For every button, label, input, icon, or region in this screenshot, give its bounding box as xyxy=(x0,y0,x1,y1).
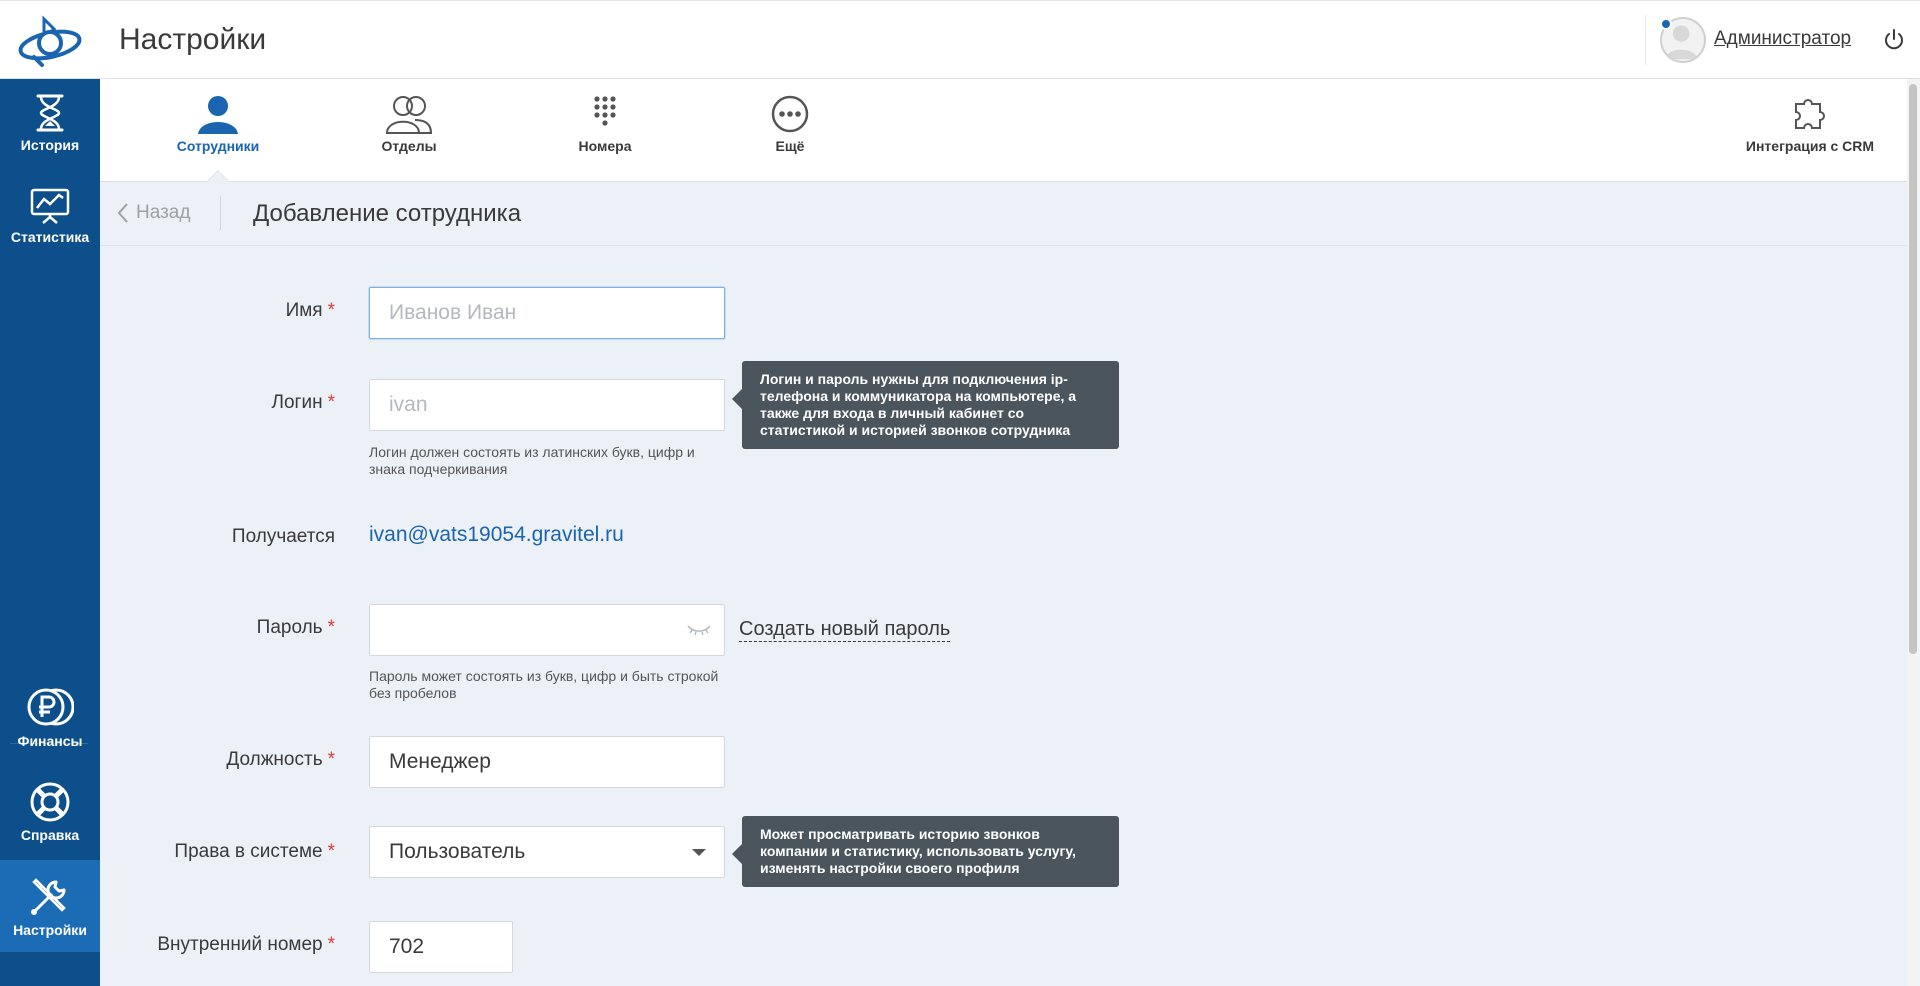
tab-label: Сотрудники xyxy=(176,138,260,154)
keypad-icon xyxy=(594,96,616,126)
tab-more[interactable]: Ещё xyxy=(734,79,846,182)
rights-selected-value: Пользователь xyxy=(389,840,526,863)
rights-select[interactable]: Пользователь xyxy=(369,826,725,878)
tools-icon xyxy=(31,878,66,915)
gravitel-logo[interactable] xyxy=(14,11,86,69)
more-icon xyxy=(771,95,809,133)
dropdown-arrow-icon xyxy=(692,849,706,856)
generate-password-link[interactable]: Создать новый пароль xyxy=(739,617,951,642)
required-mark: * xyxy=(327,749,335,770)
generated-email: ivan@vats19054.gravitel.ru xyxy=(369,523,624,546)
sidebar-item-label: Справка xyxy=(20,827,80,843)
online-status-dot xyxy=(1660,18,1672,30)
sidebar-item-finance[interactable]: Финансы xyxy=(0,685,100,749)
user-profile-link[interactable]: Администратор xyxy=(1714,28,1851,50)
login-input[interactable] xyxy=(369,379,725,431)
sidebar-item-label: История xyxy=(20,137,80,153)
header-separator xyxy=(220,196,221,230)
login-label: Логин * xyxy=(271,392,335,413)
chart-board-icon xyxy=(30,188,70,224)
sidebar-item-settings[interactable]: Настройки xyxy=(0,860,100,952)
rights-label: Права в системе * xyxy=(174,841,335,862)
settings-tabs: Сотрудники Отделы Номера Ещё Интеграция … xyxy=(100,79,1907,182)
password-input[interactable] xyxy=(369,604,725,656)
puzzle-icon xyxy=(1795,99,1825,129)
person-icon xyxy=(198,96,238,134)
form-header: Назад Добавление сотрудника xyxy=(100,182,1907,246)
ruble-coins-icon xyxy=(27,688,74,726)
position-label: Должность * xyxy=(226,749,335,770)
tab-label: Отделы xyxy=(381,138,437,154)
login-hint: Логин должен состоять из латинских букв,… xyxy=(369,444,695,477)
sidebar-item-statistics[interactable]: Статистика xyxy=(0,187,100,245)
tab-label: Ещё xyxy=(775,138,805,154)
name-input[interactable] xyxy=(369,287,725,339)
tab-departments[interactable]: Отделы xyxy=(353,79,465,182)
required-mark: * xyxy=(327,617,335,638)
sidebar-item-label: Финансы xyxy=(17,733,83,749)
form-title: Добавление сотрудника xyxy=(253,200,522,227)
name-label: Имя * xyxy=(285,300,335,321)
required-mark: * xyxy=(327,300,335,321)
group-icon xyxy=(385,96,433,134)
hourglass-icon xyxy=(36,94,64,132)
top-header: Настройки Администратор xyxy=(0,0,1920,79)
tab-crm-integration[interactable]: Интеграция с CRM xyxy=(1735,79,1885,182)
back-label: Назад xyxy=(136,202,191,223)
tab-employees[interactable]: Сотрудники xyxy=(162,79,274,182)
sidebar-item-label: Статистика xyxy=(10,229,90,245)
required-mark: * xyxy=(327,841,335,862)
sidebar-item-help[interactable]: Справка xyxy=(0,781,100,843)
eye-closed-icon[interactable] xyxy=(686,620,712,638)
lifebuoy-icon xyxy=(30,782,70,822)
login-tooltip: Логин и пароль нужны для подключения ip-… xyxy=(732,361,1119,449)
sidebar-item-history[interactable]: История xyxy=(0,93,100,153)
tab-label: Номера xyxy=(578,138,632,154)
result-label: Получается xyxy=(231,526,335,547)
extension-input[interactable] xyxy=(369,921,513,973)
header-divider xyxy=(1645,15,1646,65)
scrollbar-thumb[interactable] xyxy=(1909,84,1917,654)
password-hint: Пароль может состоять из букв, цифр и бы… xyxy=(369,668,719,701)
position-input[interactable] xyxy=(369,736,725,788)
rights-tooltip: Может просматривать историю звонков комп… xyxy=(732,816,1119,887)
sidebar: История Статистика Финансы Справка Настр… xyxy=(0,79,100,986)
tab-numbers[interactable]: Номера xyxy=(549,79,661,182)
required-mark: * xyxy=(327,934,335,955)
password-label: Пароль * xyxy=(256,617,335,638)
tab-label: Интеграция с CRM xyxy=(1745,138,1875,154)
sidebar-item-label: Настройки xyxy=(13,922,87,938)
active-tab-caret xyxy=(207,171,229,182)
back-button[interactable]: Назад xyxy=(116,202,190,224)
page-title: Настройки xyxy=(119,23,267,56)
extension-label: Внутренний номер * xyxy=(157,934,335,955)
required-mark: * xyxy=(327,392,335,413)
chevron-left-icon xyxy=(117,203,128,223)
power-icon[interactable] xyxy=(1882,28,1906,52)
